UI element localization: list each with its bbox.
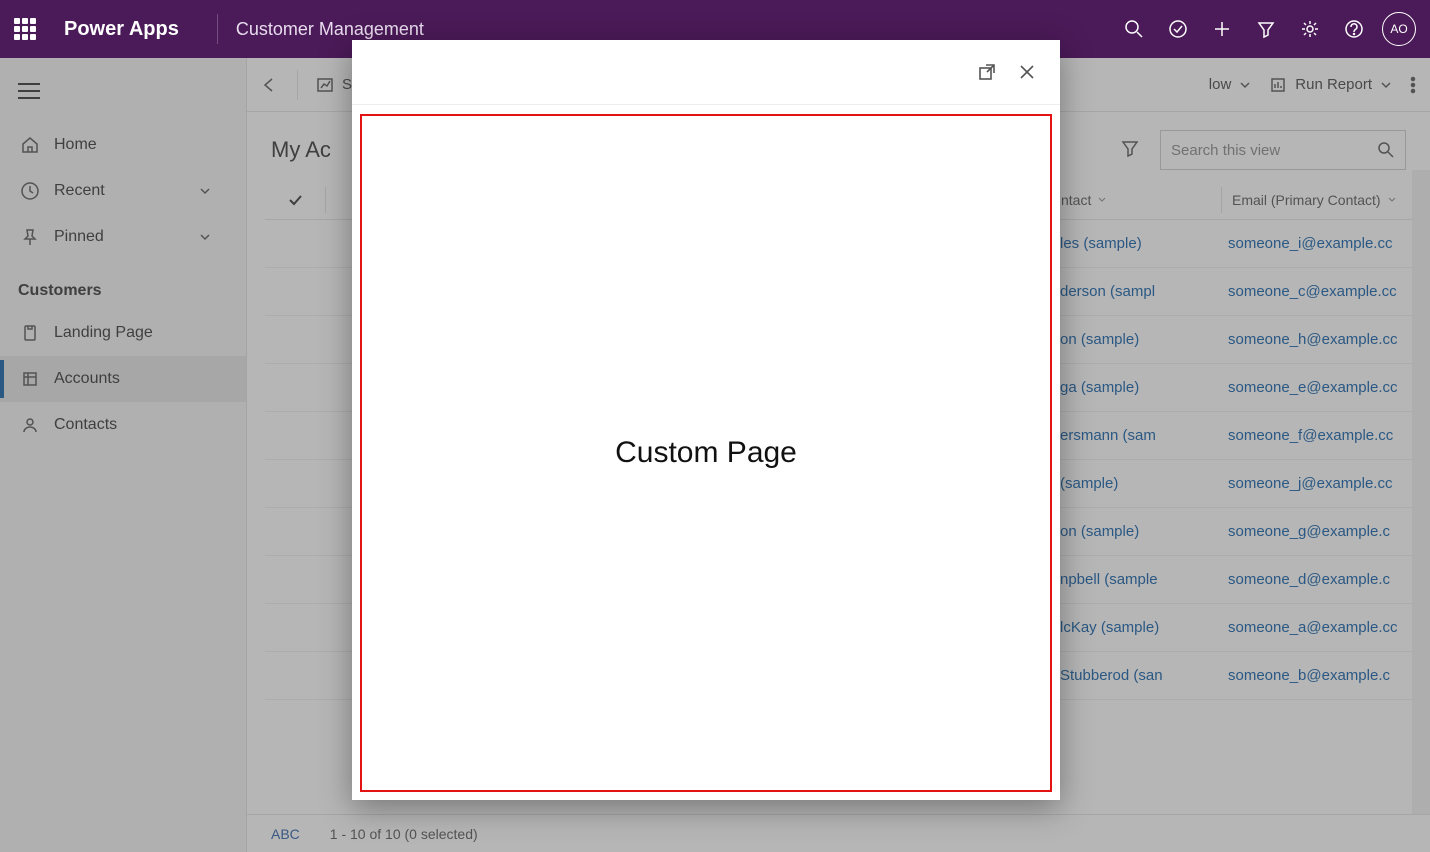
cell-primary-contact[interactable]: Stubberod (san xyxy=(1052,667,1222,684)
filter-icon[interactable] xyxy=(1244,7,1288,51)
nav-landing-page[interactable]: Landing Page xyxy=(0,310,246,356)
cell-email[interactable]: someone_a@example.cc xyxy=(1222,619,1412,636)
user-avatar[interactable]: AO xyxy=(1382,12,1416,46)
nav-group-customers: Customers xyxy=(0,260,246,310)
flow-button[interactable]: low xyxy=(1209,76,1252,93)
cell-primary-contact[interactable]: on (sample) xyxy=(1052,331,1222,348)
help-icon[interactable] xyxy=(1332,7,1376,51)
nav-contacts-label: Contacts xyxy=(54,416,117,434)
cell-primary-contact[interactable]: les (sample) xyxy=(1052,235,1222,252)
cell-email[interactable]: someone_e@example.cc xyxy=(1222,379,1412,396)
cell-email[interactable]: someone_h@example.cc xyxy=(1222,331,1412,348)
scrollbar[interactable] xyxy=(1412,170,1430,814)
cell-email[interactable]: someone_d@example.c xyxy=(1222,571,1412,588)
cell-email[interactable]: someone_f@example.cc xyxy=(1222,427,1412,444)
nav-pinned-label: Pinned xyxy=(54,228,104,246)
run-report-button[interactable]: Run Report xyxy=(1269,76,1392,94)
nav-accounts[interactable]: Accounts xyxy=(0,356,246,402)
nav-landing-label: Landing Page xyxy=(54,324,153,342)
cell-email[interactable]: someone_j@example.cc xyxy=(1222,475,1412,492)
add-icon[interactable] xyxy=(1200,7,1244,51)
custom-page-title: Custom Page xyxy=(615,436,797,470)
brand-label: Power Apps xyxy=(64,18,179,41)
status-bar: ABC 1 - 10 of 10 (0 selected) xyxy=(247,814,1430,852)
cell-primary-contact[interactable]: lcKay (sample) xyxy=(1052,619,1222,636)
chevron-down-icon xyxy=(198,184,212,198)
nav-home[interactable]: Home xyxy=(0,122,246,168)
search-input[interactable]: Search this view xyxy=(1160,130,1406,170)
popout-icon[interactable] xyxy=(978,63,996,81)
nav-accounts-label: Accounts xyxy=(54,370,120,388)
hamburger-icon[interactable] xyxy=(0,72,246,122)
nav-recent[interactable]: Recent xyxy=(0,168,246,214)
edit-filters-button[interactable] xyxy=(1120,138,1140,163)
abc-jump[interactable]: ABC xyxy=(271,826,300,842)
record-count: 1 - 10 of 10 (0 selected) xyxy=(330,826,478,842)
flow-label: low xyxy=(1209,76,1232,93)
show-chart-label: S xyxy=(342,76,352,93)
cell-email[interactable]: someone_g@example.c xyxy=(1222,523,1412,540)
search-placeholder: Search this view xyxy=(1171,142,1280,159)
waffle-icon[interactable] xyxy=(14,18,40,40)
chevron-down-icon xyxy=(1380,79,1392,91)
modal-body: Custom Page xyxy=(360,114,1052,792)
cell-email[interactable]: someone_c@example.cc xyxy=(1222,283,1412,300)
app-name-label: Customer Management xyxy=(236,19,424,40)
nav-recent-label: Recent xyxy=(54,182,105,200)
cell-primary-contact[interactable]: derson (sampl xyxy=(1052,283,1222,300)
cell-email[interactable]: someone_i@example.cc xyxy=(1222,235,1412,252)
search-icon[interactable] xyxy=(1112,7,1156,51)
run-report-label: Run Report xyxy=(1295,76,1372,93)
nav-home-label: Home xyxy=(54,136,97,154)
chevron-down-icon xyxy=(1097,195,1107,205)
task-icon[interactable] xyxy=(1156,7,1200,51)
more-commands-button[interactable] xyxy=(1410,76,1416,94)
cell-primary-contact[interactable]: ersmann (sam xyxy=(1052,427,1222,444)
select-all-checkbox[interactable] xyxy=(265,192,325,208)
modal-dialog: Custom Page xyxy=(352,40,1060,800)
view-title: My Ac xyxy=(271,137,331,163)
cell-primary-contact[interactable]: (sample) xyxy=(1052,475,1222,492)
chevron-down-icon xyxy=(1387,195,1397,205)
modal-header xyxy=(352,40,1060,105)
search-icon xyxy=(1377,141,1395,159)
cell-primary-contact[interactable]: ga (sample) xyxy=(1052,379,1222,396)
header-separator xyxy=(217,14,218,44)
nav-contacts[interactable]: Contacts xyxy=(0,402,246,448)
close-icon[interactable] xyxy=(1018,63,1036,81)
column-header-email[interactable]: Email (Primary Contact) xyxy=(1222,192,1412,208)
cell-primary-contact[interactable]: npbell (sample xyxy=(1052,571,1222,588)
cell-primary-contact[interactable]: on (sample) xyxy=(1052,523,1222,540)
chevron-down-icon xyxy=(198,230,212,244)
nav-pinned[interactable]: Pinned xyxy=(0,214,246,260)
chevron-down-icon xyxy=(1239,79,1251,91)
gear-icon[interactable] xyxy=(1288,7,1332,51)
back-button[interactable] xyxy=(261,76,279,94)
show-chart-button[interactable]: S xyxy=(316,76,352,94)
sidebar: Home Recent Pinned Customers Landing Pag… xyxy=(0,58,247,852)
column-header-contact[interactable]: ntact xyxy=(1051,192,1221,208)
cell-email[interactable]: someone_b@example.c xyxy=(1222,667,1412,684)
